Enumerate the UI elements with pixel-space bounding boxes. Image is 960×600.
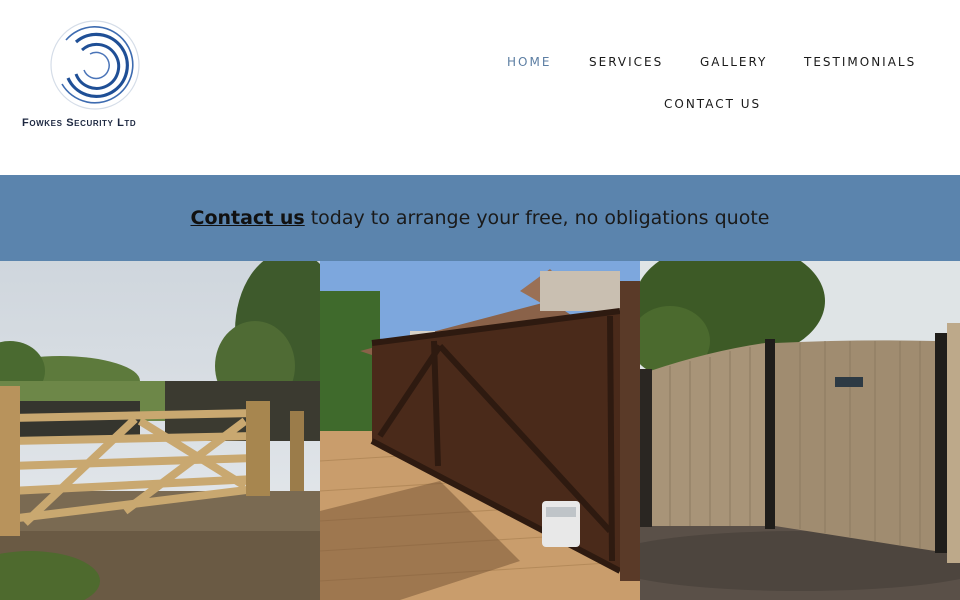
- nav-testimonials[interactable]: TESTIMONIALS: [804, 55, 916, 69]
- site-logo[interactable]: Fowkes Security Ltd: [20, 18, 172, 133]
- banner-text: today to arrange your free, no obligatio…: [310, 207, 770, 229]
- panel-gates-image: [640, 261, 960, 600]
- gallery-photo-field-gate[interactable]: [0, 261, 320, 600]
- gallery-photo-panel-gates[interactable]: [640, 261, 960, 600]
- nav-home[interactable]: HOME: [507, 55, 551, 69]
- site-header: Fowkes Security Ltd HOME SERVICES GALLER…: [0, 0, 960, 175]
- circles-logo-icon: [50, 20, 140, 110]
- photo-gallery: [0, 261, 960, 600]
- sliding-gate-image: [320, 261, 640, 600]
- nav-contact-us[interactable]: CONTACT US: [664, 97, 761, 111]
- field-gate-image: [0, 261, 320, 600]
- logo-text: Fowkes Security Ltd: [22, 117, 137, 129]
- nav-services[interactable]: SERVICES: [589, 55, 663, 69]
- gallery-photo-sliding-gate[interactable]: [320, 261, 640, 600]
- nav-gallery[interactable]: GALLERY: [700, 55, 767, 69]
- quote-banner: Contact us today to arrange your free, n…: [0, 175, 960, 261]
- contact-us-link[interactable]: Contact us: [191, 207, 305, 229]
